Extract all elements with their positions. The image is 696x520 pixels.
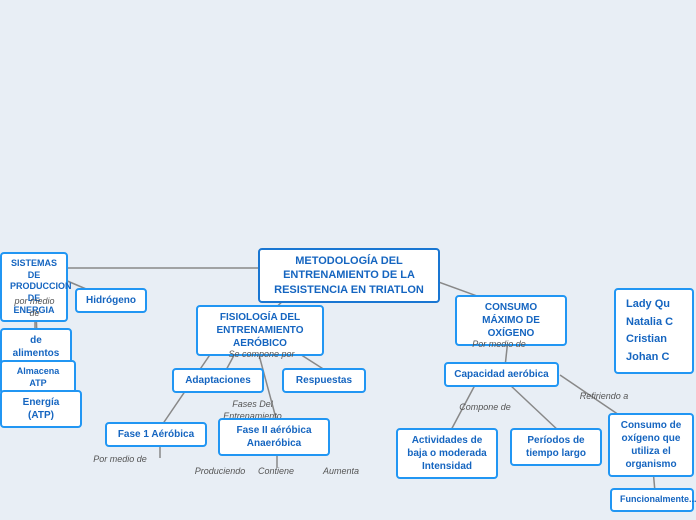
node-respuestas: Respuestas (282, 368, 366, 393)
node-actividades: Actividades de baja o moderada Intensida… (396, 428, 498, 479)
label-por-medio2: Por medio de (82, 450, 158, 470)
node-adaptaciones: Adaptaciones (172, 368, 264, 393)
label-se-compone: Se compone por (215, 345, 308, 365)
label-aumenta: Aumenta (312, 462, 370, 482)
node-fase2: Fase II aéróbica Anaeróbica (218, 418, 330, 456)
node-hidrogeno: Hidrógeno (75, 288, 147, 313)
node-funcionalmente: Funcionalmente... (610, 488, 694, 512)
label-contiene: Contiene (247, 462, 305, 482)
label-produciendo: Produciendo (184, 462, 256, 482)
mindmap-canvas: METODOLOGÍA DEL ENTRENAMIENTO DE LA RESI… (0, 0, 696, 520)
author-2: Natalia C (626, 314, 682, 332)
label-por-medio3: Por medio de (458, 335, 540, 355)
node-capacidad: Capacidad aeróbica (444, 362, 559, 387)
author-1: Lady Qu (626, 296, 682, 314)
label-refiriendo: Refiriendo a (568, 387, 640, 407)
label-por-medio: por medio de (2, 292, 67, 323)
author-3: Cristian (626, 331, 682, 349)
node-periodos: Períodos de tiempo largo (510, 428, 602, 466)
author-4: Johan C (626, 349, 682, 367)
node-consumo-org: Consumo de oxígeno que utiliza el organi… (608, 413, 694, 477)
label-compone-de: Compone de (444, 398, 526, 418)
node-main: METODOLOGÍA DEL ENTRENAMIENTO DE LA RESI… (258, 248, 440, 303)
node-atp: Energía (ATP) (0, 390, 82, 428)
node-fase1: Fase 1 Aéróbica (105, 422, 207, 447)
authors-box: Lady Qu Natalia C Cristian Johan C (614, 288, 694, 374)
